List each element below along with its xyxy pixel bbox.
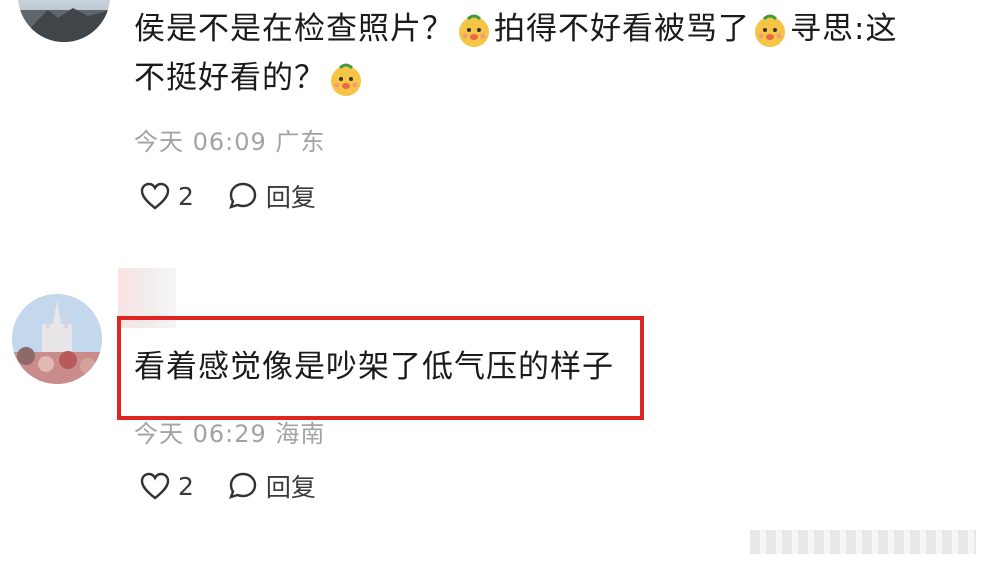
heart-icon	[140, 182, 170, 210]
like-button[interactable]: 2	[140, 182, 228, 211]
like-button[interactable]: 2	[140, 472, 228, 501]
comment-actions: 2 回复	[140, 466, 316, 506]
like-count: 2	[178, 471, 194, 501]
like-count: 2	[178, 181, 194, 211]
commenter-avatar[interactable]	[18, 0, 110, 42]
comment-meta: 今天 06:09 广东	[134, 128, 326, 156]
chick-face-emoji-icon	[331, 63, 361, 96]
heart-icon	[140, 472, 170, 500]
comment-bubble-icon	[228, 182, 257, 209]
reply-button[interactable]: 回复	[228, 468, 316, 504]
commenter-avatar[interactable]	[12, 294, 102, 384]
chick-face-emoji-icon	[755, 14, 785, 47]
comment-actions: 2 回复	[140, 176, 316, 216]
highlight-box	[117, 316, 644, 420]
reply-label: 回复	[265, 473, 316, 502]
chick-face-emoji-icon	[459, 14, 489, 47]
reply-button[interactable]: 回复	[228, 178, 316, 214]
comment-bubble-icon	[228, 472, 257, 499]
comment-text-continued: 不挺好看的？	[134, 49, 366, 107]
reply-label: 回复	[265, 183, 316, 212]
blurred-watermark	[750, 530, 976, 554]
